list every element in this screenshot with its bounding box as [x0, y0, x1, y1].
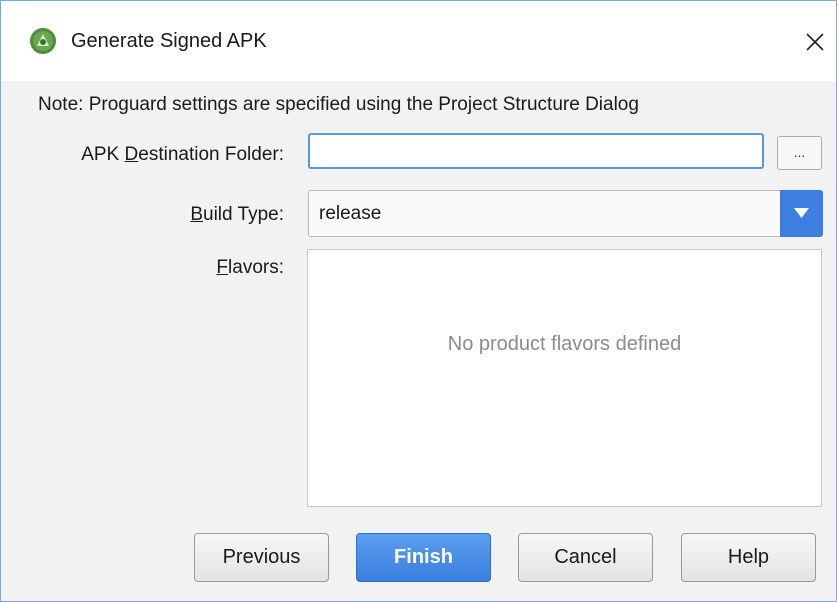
browse-folder-button[interactable]: ...	[777, 136, 822, 170]
build-type-label-mnemonic: B	[190, 204, 204, 225]
flavors-empty-message: No product flavors defined	[447, 333, 682, 355]
destination-label-suffix: estination Folder:	[138, 144, 284, 165]
previous-button[interactable]: Previous	[194, 533, 329, 582]
finish-button[interactable]: Finish	[356, 533, 491, 582]
build-type-label-suffix: uild Type:	[203, 204, 284, 225]
destination-folder-input[interactable]	[308, 133, 764, 169]
android-studio-icon	[30, 28, 56, 54]
dialog-title: Generate Signed APK	[71, 30, 267, 52]
flavors-label-suffix: lavors:	[228, 257, 284, 278]
chevron-down-icon	[794, 208, 809, 218]
destination-label-mnemonic: D	[124, 144, 139, 165]
generate-signed-apk-dialog: Generate Signed APK Note: Proguard setti…	[0, 0, 837, 602]
title-bar: Generate Signed APK	[1, 1, 836, 81]
flavors-label-mnemonic: F	[216, 257, 229, 278]
dialog-content: Note: Proguard settings are specified us…	[1, 81, 836, 601]
build-type-select[interactable]: release	[308, 190, 823, 237]
destination-folder-label: APK Destination Folder:	[81, 144, 284, 166]
close-icon[interactable]	[798, 25, 832, 59]
proguard-note: Note: Proguard settings are specified us…	[38, 94, 639, 115]
flavors-list[interactable]: No product flavors defined	[307, 249, 822, 507]
destination-label-prefix: APK	[81, 144, 125, 165]
cancel-button[interactable]: Cancel	[518, 533, 653, 582]
flavors-label: Flavors:	[216, 257, 284, 279]
build-type-value: release	[319, 203, 382, 224]
help-button[interactable]: Help	[681, 533, 816, 582]
build-type-label: Build Type:	[190, 204, 284, 226]
dropdown-arrow-button[interactable]	[780, 190, 823, 237]
